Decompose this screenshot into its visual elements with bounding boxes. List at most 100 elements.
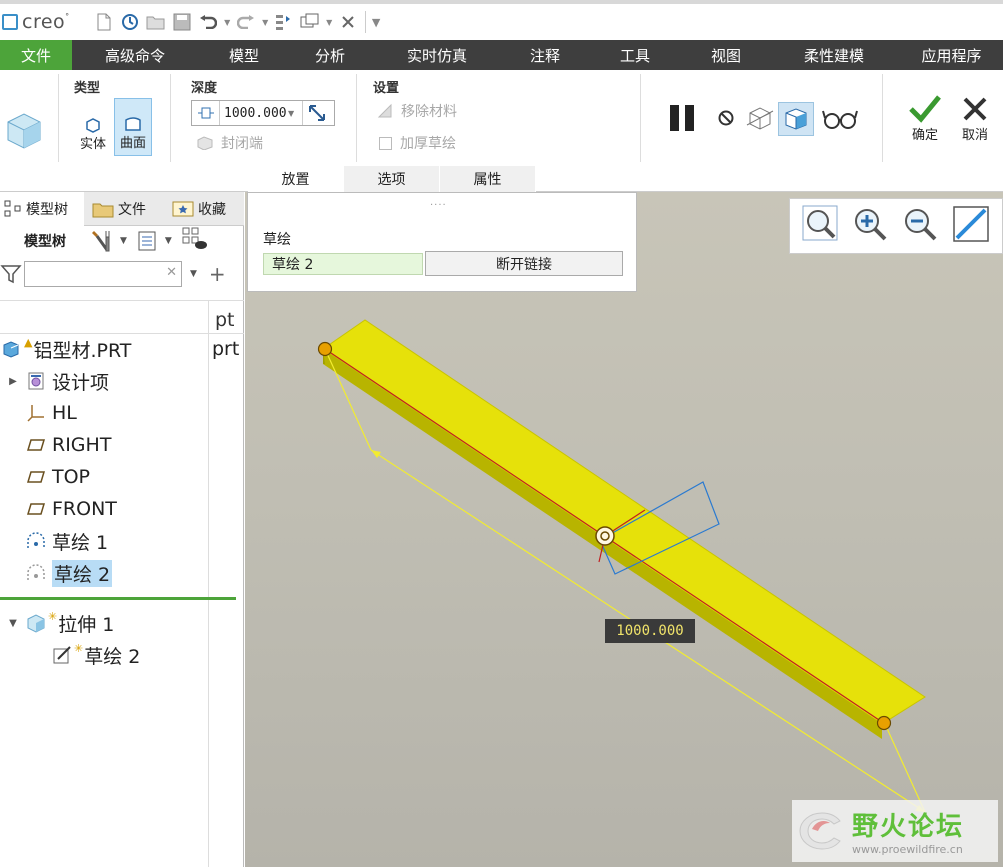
tab-options[interactable]: 选项 — [344, 166, 440, 192]
open-history-icon[interactable] — [117, 9, 143, 35]
forum-watermark: 野火论坛 www.proewildfire.cn — [792, 800, 998, 862]
depth-dropdown-icon[interactable]: ▼ — [288, 109, 302, 118]
surface-icon — [125, 117, 141, 131]
tree-item-design-items[interactable]: ▶ 设计项 — [6, 366, 109, 396]
placement-panel: .... 草绘 草绘 2 断开链接 — [247, 192, 637, 292]
tree-item-csys[interactable]: HL — [26, 398, 77, 428]
windows-dropdown-icon[interactable]: ▼ — [323, 18, 335, 27]
depth-selector[interactable]: 1000.000 ▼ — [191, 100, 335, 126]
tab-model-tree[interactable]: 模型树 — [0, 192, 84, 226]
new-feature-star-icon: ✳ — [74, 641, 84, 655]
extrude-feature-icon — [7, 113, 41, 149]
undo-dropdown-icon[interactable]: ▼ — [221, 18, 233, 27]
undo-icon[interactable] — [195, 9, 221, 35]
no-preview-button[interactable] — [712, 104, 740, 132]
tree-settings-button[interactable]: ▼ — [90, 229, 127, 253]
tree-item-top-plane[interactable]: TOP — [26, 462, 90, 492]
surface-type-button[interactable]: 曲面 — [114, 98, 152, 156]
tab-properties[interactable]: 属性 — [440, 166, 536, 192]
model-geometry[interactable] — [245, 192, 1003, 867]
sketch-icon — [26, 563, 46, 583]
confirm-button[interactable]: 确定 — [904, 94, 946, 158]
creo-cube-icon — [2, 14, 18, 30]
view-toolbar — [789, 198, 1003, 254]
glasses-wire-icon — [746, 107, 774, 130]
customize-qat-icon[interactable]: ▼ — [370, 16, 382, 29]
menu-applications[interactable]: 应用程序 — [900, 40, 1003, 70]
cancel-button[interactable]: 取消 — [954, 94, 996, 158]
redo-icon[interactable] — [233, 9, 259, 35]
zoom-in-button[interactable] — [850, 204, 890, 248]
menu-view[interactable]: 视图 — [684, 40, 768, 70]
menu-analysis[interactable]: 分析 — [290, 40, 370, 70]
remove-material-option[interactable]: 移除材料 — [377, 101, 457, 121]
cap-ends-option[interactable]: 封闭端 — [197, 133, 263, 153]
new-file-icon[interactable] — [91, 9, 117, 35]
pause-icon — [670, 105, 694, 131]
logo-text: creo — [22, 11, 66, 33]
tools-icon — [92, 231, 110, 252]
checkmark-icon — [909, 95, 941, 123]
tab-favorites[interactable]: 收藏 — [164, 192, 244, 226]
open-folder-icon[interactable] — [143, 9, 169, 35]
menu-annotate[interactable]: 注释 — [504, 40, 586, 70]
solid-type-button[interactable]: 实体 — [74, 98, 112, 156]
insert-indicator — [0, 597, 236, 600]
geometry-preview-icon — [785, 108, 807, 130]
tree-item-part[interactable]: ▲ 铝型材.PRT prt — [2, 334, 239, 364]
favorites-icon — [172, 201, 194, 217]
search-dropdown-icon[interactable]: ▼ — [190, 269, 197, 279]
menu-file[interactable]: 文件 — [0, 40, 72, 70]
feature-preview-button[interactable] — [744, 102, 776, 134]
verify-mode-button[interactable] — [820, 104, 860, 134]
menu-flexible-modeling[interactable]: 柔性建模 — [768, 40, 900, 70]
tree-filter-visibility-button[interactable] — [182, 227, 208, 255]
geometry-preview-button[interactable] — [778, 102, 814, 136]
tree-item-front-plane[interactable]: FRONT — [26, 494, 117, 524]
internal-sketch-icon — [52, 645, 72, 665]
redo-dropdown-icon[interactable]: ▼ — [259, 18, 271, 27]
menu-tools[interactable]: 工具 — [586, 40, 684, 70]
collapse-icon[interactable]: ▼ — [6, 618, 20, 629]
tree-item-sketch-2[interactable]: 草绘 2 — [26, 558, 113, 588]
thicken-sketch-option[interactable]: 加厚草绘 — [379, 133, 456, 153]
tab-folder-browser[interactable]: 文件 — [84, 192, 164, 226]
clear-search-icon[interactable]: ✕ — [166, 265, 177, 280]
menu-bar: 文件 高级命令 模型 分析 实时仿真 注释 工具 视图 柔性建模 应用程序 — [0, 40, 1003, 70]
model-tree-icon — [4, 200, 21, 217]
panel-grip-icon[interactable]: .... — [430, 197, 447, 208]
thicken-sketch-checkbox[interactable] — [379, 136, 392, 150]
depth-dimension-label[interactable]: 1000.000 — [605, 619, 695, 643]
menu-realtime-sim[interactable]: 实时仿真 — [370, 40, 504, 70]
settings-group-title: 设置 — [373, 81, 400, 96]
regenerate-icon[interactable] — [271, 9, 297, 35]
tree-item-extrude-1[interactable]: ▼ ✳ 拉伸 1 — [6, 608, 114, 638]
repaint-button[interactable] — [951, 204, 991, 248]
add-filter-icon[interactable]: + — [209, 262, 226, 286]
tree-item-internal-sketch[interactable]: ✳ 草绘 2 — [52, 640, 140, 670]
close-window-icon[interactable] — [335, 9, 361, 35]
windows-icon[interactable] — [297, 9, 323, 35]
unlink-button[interactable]: 断开链接 — [425, 251, 623, 276]
menu-advanced[interactable]: 高级命令 — [72, 40, 198, 70]
expand-icon[interactable]: ▶ — [6, 376, 20, 387]
blind-depth-icon[interactable] — [192, 101, 220, 125]
cap-ends-icon — [197, 136, 213, 150]
refit-button[interactable] — [801, 204, 839, 248]
menu-model[interactable]: 模型 — [198, 40, 290, 70]
zoom-out-button[interactable] — [900, 204, 940, 248]
tree-item-right-plane[interactable]: RIGHT — [26, 430, 111, 460]
tree-show-button[interactable]: ▼ — [137, 230, 172, 252]
tree-search-input[interactable]: ✕ — [24, 261, 182, 287]
save-icon[interactable] — [169, 9, 195, 35]
sketch-collector[interactable]: 草绘 2 — [263, 253, 423, 275]
graphics-window[interactable] — [245, 192, 1003, 867]
remove-material-icon — [377, 103, 392, 118]
pause-button[interactable] — [664, 100, 700, 136]
depth-value[interactable]: 1000.000 — [220, 106, 288, 121]
flip-direction-icon[interactable] — [302, 101, 330, 125]
tree-item-sketch-1[interactable]: 草绘 1 — [26, 526, 108, 556]
datum-plane-icon — [26, 467, 46, 487]
creo-logo: creo ° — [2, 11, 69, 33]
tab-placement[interactable]: 放置 — [248, 166, 344, 192]
